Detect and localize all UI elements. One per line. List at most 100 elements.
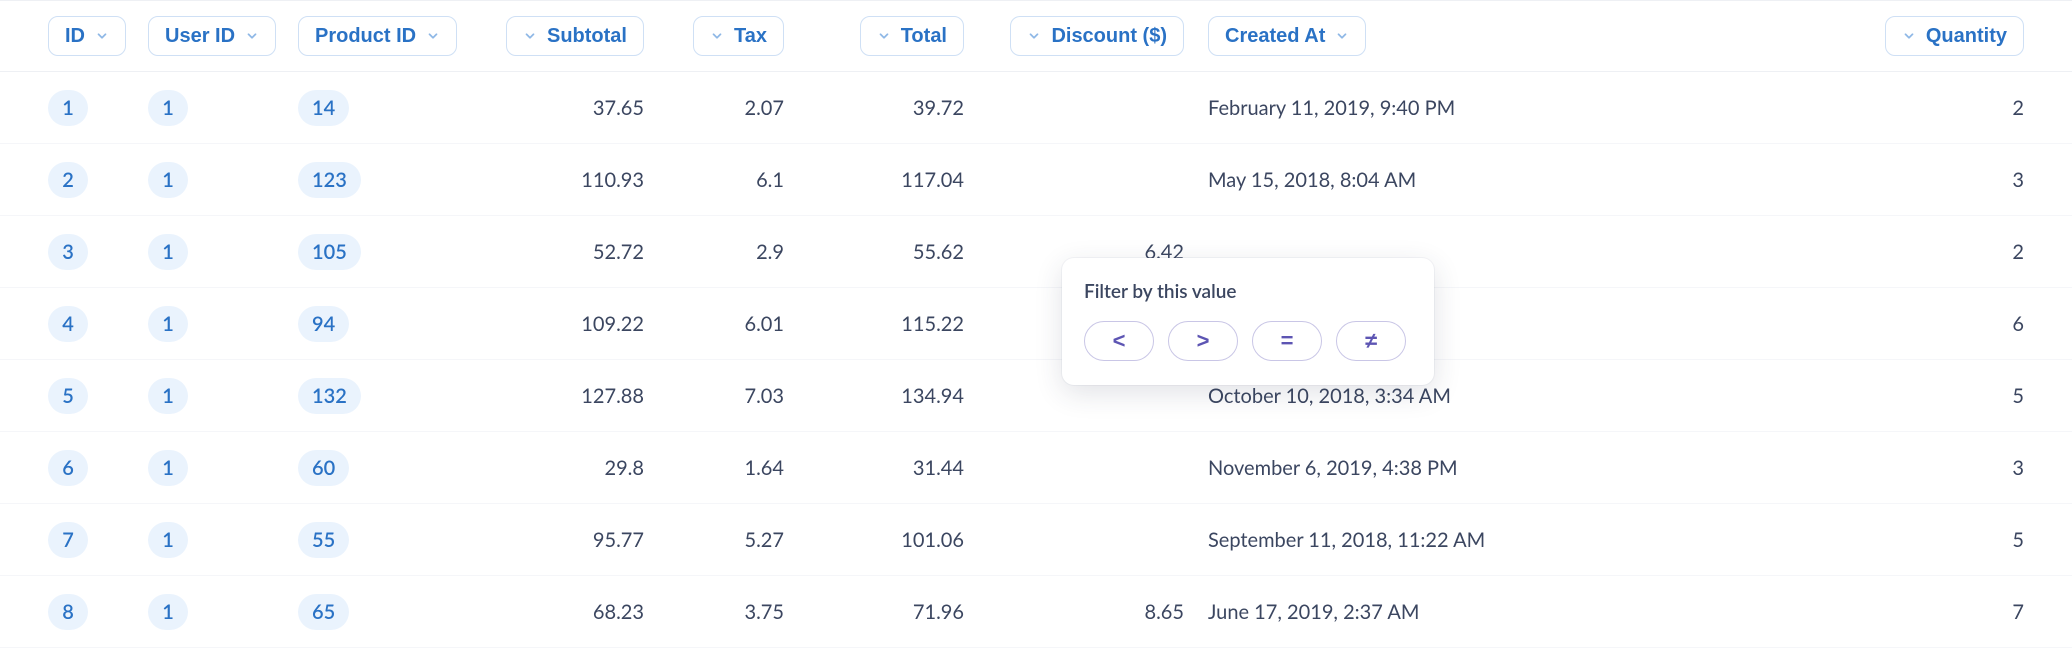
- cell-quantity[interactable]: 6: [1588, 312, 2024, 336]
- product-id-pill[interactable]: 60: [298, 450, 349, 486]
- cell-subtotal[interactable]: 37.65: [468, 96, 668, 120]
- user-id-pill[interactable]: 1: [148, 234, 188, 270]
- cell-subtotal[interactable]: 95.77: [468, 528, 668, 552]
- cell-total[interactable]: 31.44: [808, 456, 988, 480]
- cell-total[interactable]: 71.96: [808, 600, 988, 624]
- product-id-pill[interactable]: 65: [298, 594, 349, 630]
- cell-created-at[interactable]: November 6, 2019, 4:38 PM: [1208, 456, 1588, 480]
- user-id-pill[interactable]: 1: [148, 306, 188, 342]
- cell-subtotal[interactable]: 127.88: [468, 384, 668, 408]
- cell-tax[interactable]: 5.27: [668, 528, 808, 552]
- table-row: 7 1 55 95.775.27101.06 September 11, 2018, 1…: [0, 504, 2072, 576]
- cell-total[interactable]: 55.62: [808, 240, 988, 264]
- cell-created-at[interactable]: September 11, 2018, 11:22 AM: [1208, 528, 1588, 552]
- column-header-id[interactable]: ID: [48, 16, 126, 56]
- chevron-down-icon: [426, 29, 440, 43]
- table-row: 1 1 14 37.652.0739.72 February 11, 2019, 9:4…: [0, 72, 2072, 144]
- chevron-down-icon: [877, 29, 891, 43]
- cell-tax[interactable]: 3.75: [668, 600, 808, 624]
- cell-tax[interactable]: 2.9: [668, 240, 808, 264]
- chevron-down-icon: [245, 29, 259, 43]
- product-id-pill[interactable]: 94: [298, 306, 349, 342]
- cell-created-at[interactable]: February 11, 2019, 9:40 PM: [1208, 96, 1588, 120]
- chevron-down-icon: [95, 29, 109, 43]
- cell-quantity[interactable]: 7: [1588, 600, 2024, 624]
- column-label: Total: [901, 25, 947, 48]
- filter-popover-title: Filter by this value: [1084, 280, 1412, 303]
- id-pill[interactable]: 3: [48, 234, 88, 270]
- product-id-pill[interactable]: 132: [298, 378, 361, 414]
- chevron-down-icon: [523, 29, 537, 43]
- id-pill[interactable]: 7: [48, 522, 88, 558]
- table-row: 3110552.722.955.626.422: [0, 216, 2072, 288]
- user-id-pill[interactable]: 1: [148, 378, 188, 414]
- cell-created-at[interactable]: October 10, 2018, 3:34 AM: [1208, 384, 1588, 408]
- cell-subtotal[interactable]: 29.8: [468, 456, 668, 480]
- column-label: Discount ($): [1051, 25, 1167, 48]
- cell-tax[interactable]: 2.07: [668, 96, 808, 120]
- table-row: 4 1 94 109.226.01115.22 6: [0, 288, 2072, 360]
- cell-created-at[interactable]: May 15, 2018, 8:04 AM: [1208, 168, 1588, 192]
- table-header-row: ID User ID Product ID Subtotal: [0, 0, 2072, 72]
- cell-quantity[interactable]: 5: [1588, 384, 2024, 408]
- table-row: 5 1 132 127.887.03134.94 October 10, 2018, 3…: [0, 360, 2072, 432]
- column-header-product-id[interactable]: Product ID: [298, 16, 457, 56]
- cell-tax[interactable]: 7.03: [668, 384, 808, 408]
- cell-tax[interactable]: 1.64: [668, 456, 808, 480]
- column-header-discount[interactable]: Discount ($): [1010, 16, 1184, 56]
- cell-total[interactable]: 117.04: [808, 168, 988, 192]
- column-header-user-id[interactable]: User ID: [148, 16, 276, 56]
- id-pill[interactable]: 2: [48, 162, 88, 198]
- id-pill[interactable]: 6: [48, 450, 88, 486]
- cell-quantity[interactable]: 3: [1588, 456, 2024, 480]
- cell-subtotal[interactable]: 109.22: [468, 312, 668, 336]
- cell-created-at[interactable]: June 17, 2019, 2:37 AM: [1208, 600, 1588, 624]
- filter-op-equal[interactable]: =: [1252, 321, 1322, 361]
- product-id-pill[interactable]: 105: [298, 234, 361, 270]
- cell-quantity[interactable]: 5: [1588, 528, 2024, 552]
- cell-quantity[interactable]: 3: [1588, 168, 2024, 192]
- user-id-pill[interactable]: 1: [148, 522, 188, 558]
- column-label: Tax: [734, 25, 767, 48]
- column-header-subtotal[interactable]: Subtotal: [506, 16, 644, 56]
- cell-quantity[interactable]: 2: [1588, 240, 2024, 264]
- user-id-pill[interactable]: 1: [148, 450, 188, 486]
- user-id-pill[interactable]: 1: [148, 594, 188, 630]
- column-header-tax[interactable]: Tax: [693, 16, 784, 56]
- filter-popover: Filter by this value < > = ≠: [1062, 258, 1434, 385]
- filter-op-not-equal[interactable]: ≠: [1336, 321, 1406, 361]
- cell-subtotal[interactable]: 68.23: [468, 600, 668, 624]
- table-row: 8 1 65 68.233.7571.968.65June 17, 2019, 2:3…: [0, 576, 2072, 648]
- column-label: User ID: [165, 25, 235, 48]
- cell-quantity[interactable]: 2: [1588, 96, 2024, 120]
- filter-op-greater-than[interactable]: >: [1168, 321, 1238, 361]
- product-id-pill[interactable]: 123: [298, 162, 361, 198]
- column-header-total[interactable]: Total: [860, 16, 964, 56]
- cell-subtotal[interactable]: 110.93: [468, 168, 668, 192]
- user-id-pill[interactable]: 1: [148, 162, 188, 198]
- column-header-created-at[interactable]: Created At: [1208, 16, 1366, 56]
- product-id-pill[interactable]: 55: [298, 522, 349, 558]
- column-header-quantity[interactable]: Quantity: [1885, 16, 2024, 56]
- table-body: 111437.652.0739.72February 11, 2019, 9:4…: [0, 72, 2072, 648]
- cell-subtotal[interactable]: 52.72: [468, 240, 668, 264]
- cell-total[interactable]: 101.06: [808, 528, 988, 552]
- chevron-down-icon: [1335, 29, 1349, 43]
- cell-total[interactable]: 39.72: [808, 96, 988, 120]
- product-id-pill[interactable]: 14: [298, 90, 349, 126]
- id-pill[interactable]: 8: [48, 594, 88, 630]
- cell-tax[interactable]: 6.01: [668, 312, 808, 336]
- cell-tax[interactable]: 6.1: [668, 168, 808, 192]
- chevron-down-icon: [710, 29, 724, 43]
- id-pill[interactable]: 5: [48, 378, 88, 414]
- id-pill[interactable]: 1: [48, 90, 88, 126]
- chevron-down-icon: [1027, 29, 1041, 43]
- cell-total[interactable]: 134.94: [808, 384, 988, 408]
- cell-total[interactable]: 115.22: [808, 312, 988, 336]
- user-id-pill[interactable]: 1: [148, 90, 188, 126]
- column-label: Quantity: [1926, 25, 2007, 48]
- cell-discount[interactable]: 8.65: [988, 600, 1208, 624]
- id-pill[interactable]: 4: [48, 306, 88, 342]
- filter-op-less-than[interactable]: <: [1084, 321, 1154, 361]
- table-row: 2 1 123 110.936.1117.04 May 15, 2018, 8:04 A…: [0, 144, 2072, 216]
